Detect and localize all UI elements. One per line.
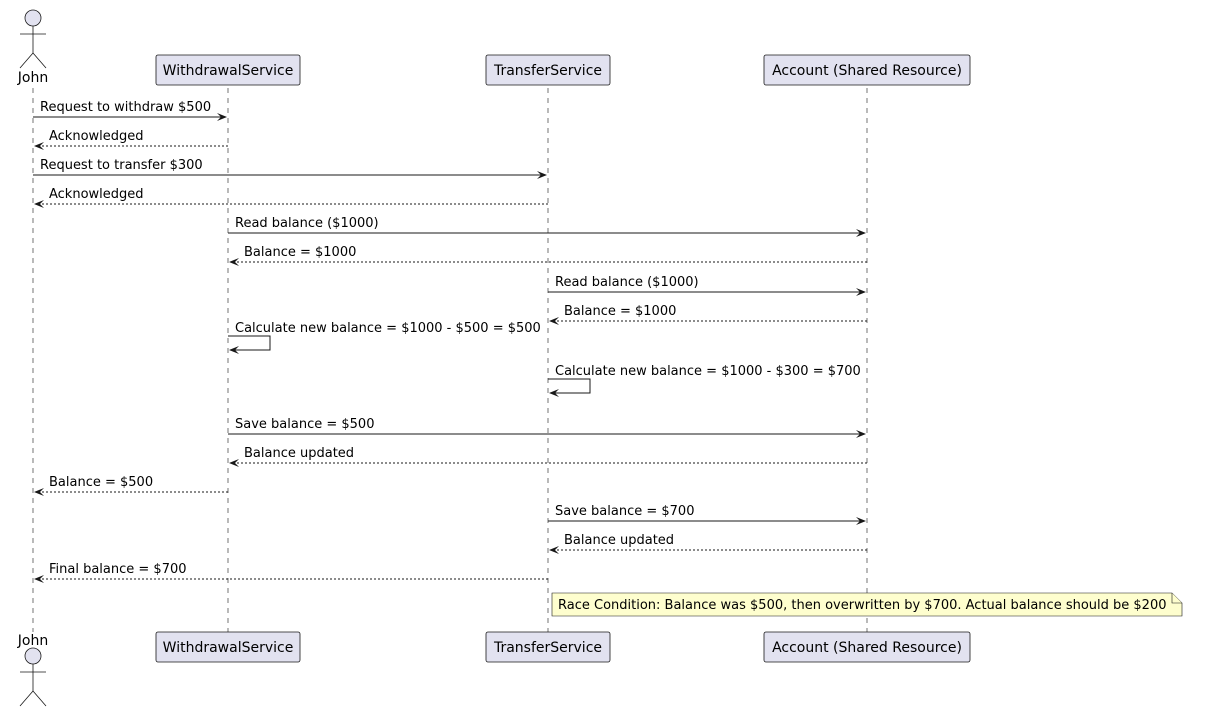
message-10: Calculate new balance = $1000 - $300 = $… [548,364,861,397]
message-label: Acknowledged [49,129,144,144]
message-label: Acknowledged [49,187,144,202]
messages: Request to withdraw $500 Acknowledged Requ… [33,100,867,583]
participant-account-top: Account (Shared Resource) [763,54,971,86]
actor-label: John [17,70,48,86]
participant-withdrawal-bottom: WithdrawalService [155,631,301,663]
actor-head-icon [24,9,42,27]
participant-transfer-top: TransferService [485,54,611,86]
message-label: Save balance = $700 [555,504,694,519]
message-8: Balance = $1000 [549,304,867,325]
actor-john-bottom: John [17,633,48,707]
actor-right-leg [32,690,47,707]
message-label: Save balance = $500 [235,417,374,432]
message-3: Request to transfer $300 [33,158,547,179]
participants-bottom: John WithdrawalService TransferService Acco… [17,631,971,707]
participant-label: WithdrawalService [163,640,294,656]
participant-label: WithdrawalService [163,63,294,79]
message-15: Balance updated [549,533,867,554]
message-16: Final balance = $700 [34,562,548,583]
message-label: Balance = $1000 [564,304,676,319]
actor-label: John [17,633,48,649]
message-label: Final balance = $700 [49,562,187,577]
message-label: Request to withdraw $500 [40,100,211,115]
message-label: Read balance ($1000) [235,216,379,231]
participant-withdrawal-top: WithdrawalService [155,54,301,86]
message-label: Calculate new balance = $1000 - $300 = $… [555,364,861,379]
message-11: Save balance = $500 [228,417,866,438]
actor-left-leg [19,690,34,707]
message-14: Save balance = $700 [548,504,866,525]
sequence-diagram: John WithdrawalService TransferService Acco… [17,9,1183,707]
participant-label: TransferService [493,640,602,656]
message-label: Read balance ($1000) [555,275,699,290]
message-label: Balance updated [244,446,354,461]
message-label: Request to transfer $300 [40,158,203,173]
note-text: Race Condition: Balance was $500, then o… [558,598,1167,613]
participant-account-bottom: Account (Shared Resource) [763,631,971,663]
message-4: Acknowledged [34,187,548,208]
message-label: Calculate new balance = $1000 - $500 = $… [235,321,541,336]
participant-label: Account (Shared Resource) [772,63,962,79]
message-label: Balance = $1000 [244,245,356,260]
actor-right-leg [32,52,47,69]
message-1: Request to withdraw $500 [33,100,227,121]
note-fold [1171,593,1182,604]
participant-label: TransferService [493,63,602,79]
message-label: Balance = $500 [49,475,153,490]
participant-label: Account (Shared Resource) [772,640,962,656]
message-9: Calculate new balance = $1000 - $500 = $… [228,321,541,354]
actor-left-leg [19,52,34,69]
message-13: Balance = $500 [34,475,228,496]
note: Race Condition: Balance was $500, then o… [551,592,1183,617]
message-5: Read balance ($1000) [228,216,866,237]
message-7: Read balance ($1000) [548,275,866,296]
message-label: Balance updated [564,533,674,548]
participant-transfer-bottom: TransferService [485,631,611,663]
participants-top: John WithdrawalService TransferService Acco… [17,9,971,86]
message-2: Acknowledged [34,129,228,150]
actor-john-top: John [17,9,48,86]
actor-head-icon [24,647,42,665]
